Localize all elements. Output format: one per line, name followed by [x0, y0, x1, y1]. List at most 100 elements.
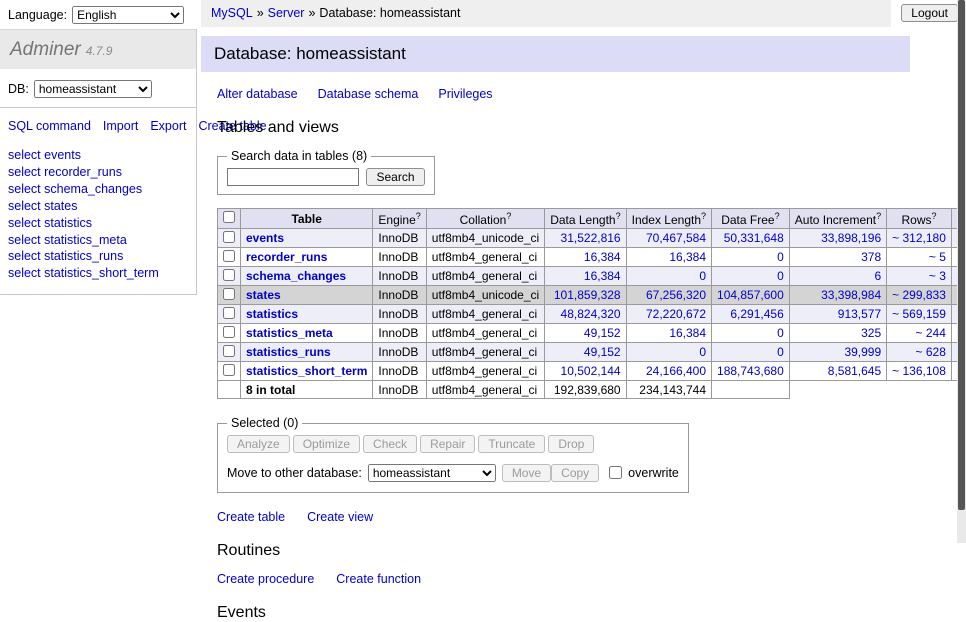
scrollbar[interactable] — [957, 0, 966, 543]
data-free-cell: 104,857,600 — [712, 286, 790, 305]
data-length-cell: 16,384 — [545, 267, 626, 286]
row-checkbox-events[interactable] — [223, 231, 235, 243]
move-copy[interactable]: Copy — [551, 464, 599, 482]
row-checkbox-cell — [218, 305, 241, 324]
sidebar-link-import[interactable]: Import — [103, 119, 138, 133]
selected-analyze[interactable]: Analyze — [227, 435, 290, 453]
row-checkbox-statistics[interactable] — [223, 307, 235, 319]
row-checkbox-states[interactable] — [223, 288, 235, 300]
breadcrumb-server-link[interactable]: Server — [268, 6, 305, 20]
create-link-create-table[interactable]: Create table — [217, 510, 285, 524]
db-select[interactable]: homeassistant — [34, 80, 152, 98]
data-free-cell: 0 — [712, 343, 790, 362]
engine-cell: InnoDB — [373, 324, 426, 343]
db-action-privileges[interactable]: Privileges — [438, 87, 492, 101]
data-free-cell: 0 — [712, 267, 790, 286]
table-link-statistics[interactable]: statistics — [246, 307, 298, 321]
engine-cell: InnoDB — [373, 286, 426, 305]
table-link-schema-changes[interactable]: schema_changes — [246, 269, 346, 283]
index-length-cell: 72,220,672 — [626, 305, 711, 324]
selected-drop[interactable]: Drop — [548, 435, 594, 453]
table-name-cell: schema_changes — [241, 267, 373, 286]
selected-legend: Selected (0) — [227, 416, 302, 430]
move-db-select[interactable]: homeassistant — [368, 464, 496, 482]
sidebar-select-statistics[interactable]: select statistics — [8, 215, 188, 232]
routine-link-create-function[interactable]: Create function — [336, 572, 421, 586]
main-content: MySQL»Server»Database: homeassistant Log… — [197, 0, 966, 543]
col-header-rows: Rows? — [887, 209, 952, 229]
row-checkbox-statistics-meta[interactable] — [223, 326, 235, 338]
row-checkbox-cell — [218, 362, 241, 381]
table-link-statistics-meta[interactable]: statistics_meta — [246, 326, 333, 340]
table-link-recorder-runs[interactable]: recorder_runs — [246, 250, 327, 264]
sidebar-select-events[interactable]: select events — [8, 147, 188, 164]
auto-increment-cell: 378 — [789, 248, 886, 267]
search-input[interactable] — [227, 168, 359, 186]
table-name-cell: events — [241, 229, 373, 248]
help-icon[interactable]: ? — [506, 211, 511, 221]
sidebar-select-statistics-short-term[interactable]: select statistics_short_term — [8, 265, 188, 282]
help-icon[interactable]: ? — [876, 211, 881, 221]
db-action-database-schema[interactable]: Database schema — [318, 87, 419, 101]
table-link-statistics-short-term[interactable]: statistics_short_term — [246, 364, 367, 378]
search-button[interactable]: Search — [366, 168, 424, 186]
overwrite-checkbox[interactable] — [609, 466, 622, 479]
data-length-cell: 48,824,320 — [545, 305, 626, 324]
row-checkbox-recorder-runs[interactable] — [223, 250, 235, 262]
search-fieldset: Search data in tables (8) Search — [217, 149, 435, 195]
logout-button[interactable]: Logout — [901, 4, 958, 22]
selected-repair[interactable]: Repair — [420, 435, 475, 453]
row-checkbox-cell — [218, 267, 241, 286]
scrollbar-thumb[interactable] — [958, 0, 965, 510]
selected-check[interactable]: Check — [363, 435, 417, 453]
help-icon[interactable]: ? — [701, 211, 706, 221]
col-header-auto-increment: Auto Increment? — [789, 209, 886, 229]
sidebar-link-sql-command[interactable]: SQL command — [8, 119, 91, 133]
routines-heading: Routines — [217, 542, 966, 560]
table-row-recorder-runs: recorder_runsInnoDButf8mb4_general_ci16,… — [218, 248, 966, 267]
tables-overview-table: TableEngine?Collation?Data Length?Index … — [217, 208, 966, 399]
sidebar-select-schema-changes[interactable]: select schema_changes — [8, 181, 188, 198]
col-header-data-free: Data Free? — [712, 209, 790, 229]
language-select[interactable]: English — [72, 6, 184, 24]
sidebar-select-recorder-runs[interactable]: select recorder_runs — [8, 164, 188, 181]
selected-optimize[interactable]: Optimize — [293, 435, 360, 453]
total-data-length-cell: 192,839,680 — [545, 381, 626, 399]
help-icon[interactable]: ? — [616, 211, 621, 221]
create-link-create-view[interactable]: Create view — [307, 510, 373, 524]
sidebar-select-statistics-meta[interactable]: select statistics_meta — [8, 232, 188, 249]
auto-increment-cell: 39,999 — [789, 343, 886, 362]
breadcrumb-current: Database: homeassistant — [319, 6, 460, 20]
sidebar-select-statistics-runs[interactable]: select statistics_runs — [8, 248, 188, 265]
breadcrumb-mysql-link[interactable]: MySQL — [211, 6, 253, 20]
sidebar-select-states[interactable]: select states — [8, 198, 188, 215]
table-name-cell: states — [241, 286, 373, 305]
db-selector-row: DB: homeassistant — [0, 69, 196, 108]
search-legend: Search data in tables (8) — [227, 149, 371, 163]
events-heading: Events — [217, 604, 966, 622]
table-link-states[interactable]: states — [246, 288, 281, 302]
move-move[interactable]: Move — [502, 464, 551, 482]
index-length-cell: 0 — [626, 267, 711, 286]
total-collation-cell: utf8mb4_general_ci — [426, 381, 544, 399]
db-action-alter-database[interactable]: Alter database — [217, 87, 298, 101]
row-checkbox-statistics-runs[interactable] — [223, 345, 235, 357]
total-checkbox-cell — [218, 381, 241, 399]
auto-increment-cell: 8,581,645 — [789, 362, 886, 381]
row-checkbox-statistics-short-term[interactable] — [223, 364, 235, 376]
selected-truncate[interactable]: Truncate — [478, 435, 545, 453]
help-icon[interactable]: ? — [932, 211, 937, 221]
table-link-events[interactable]: events — [246, 231, 284, 245]
routine-link-create-procedure[interactable]: Create procedure — [217, 572, 314, 586]
sidebar-link-export[interactable]: Export — [150, 119, 186, 133]
index-length-cell: 16,384 — [626, 324, 711, 343]
data-length-cell: 101,859,328 — [545, 286, 626, 305]
table-link-statistics-runs[interactable]: statistics_runs — [246, 345, 331, 359]
routines-links: Create procedure Create function — [217, 572, 966, 586]
row-checkbox-cell — [218, 343, 241, 362]
row-checkbox-schema-changes[interactable] — [223, 269, 235, 281]
help-icon[interactable]: ? — [775, 211, 780, 221]
language-label: Language: — [8, 8, 67, 22]
help-icon[interactable]: ? — [416, 211, 421, 221]
select-all-checkbox[interactable] — [223, 211, 235, 223]
